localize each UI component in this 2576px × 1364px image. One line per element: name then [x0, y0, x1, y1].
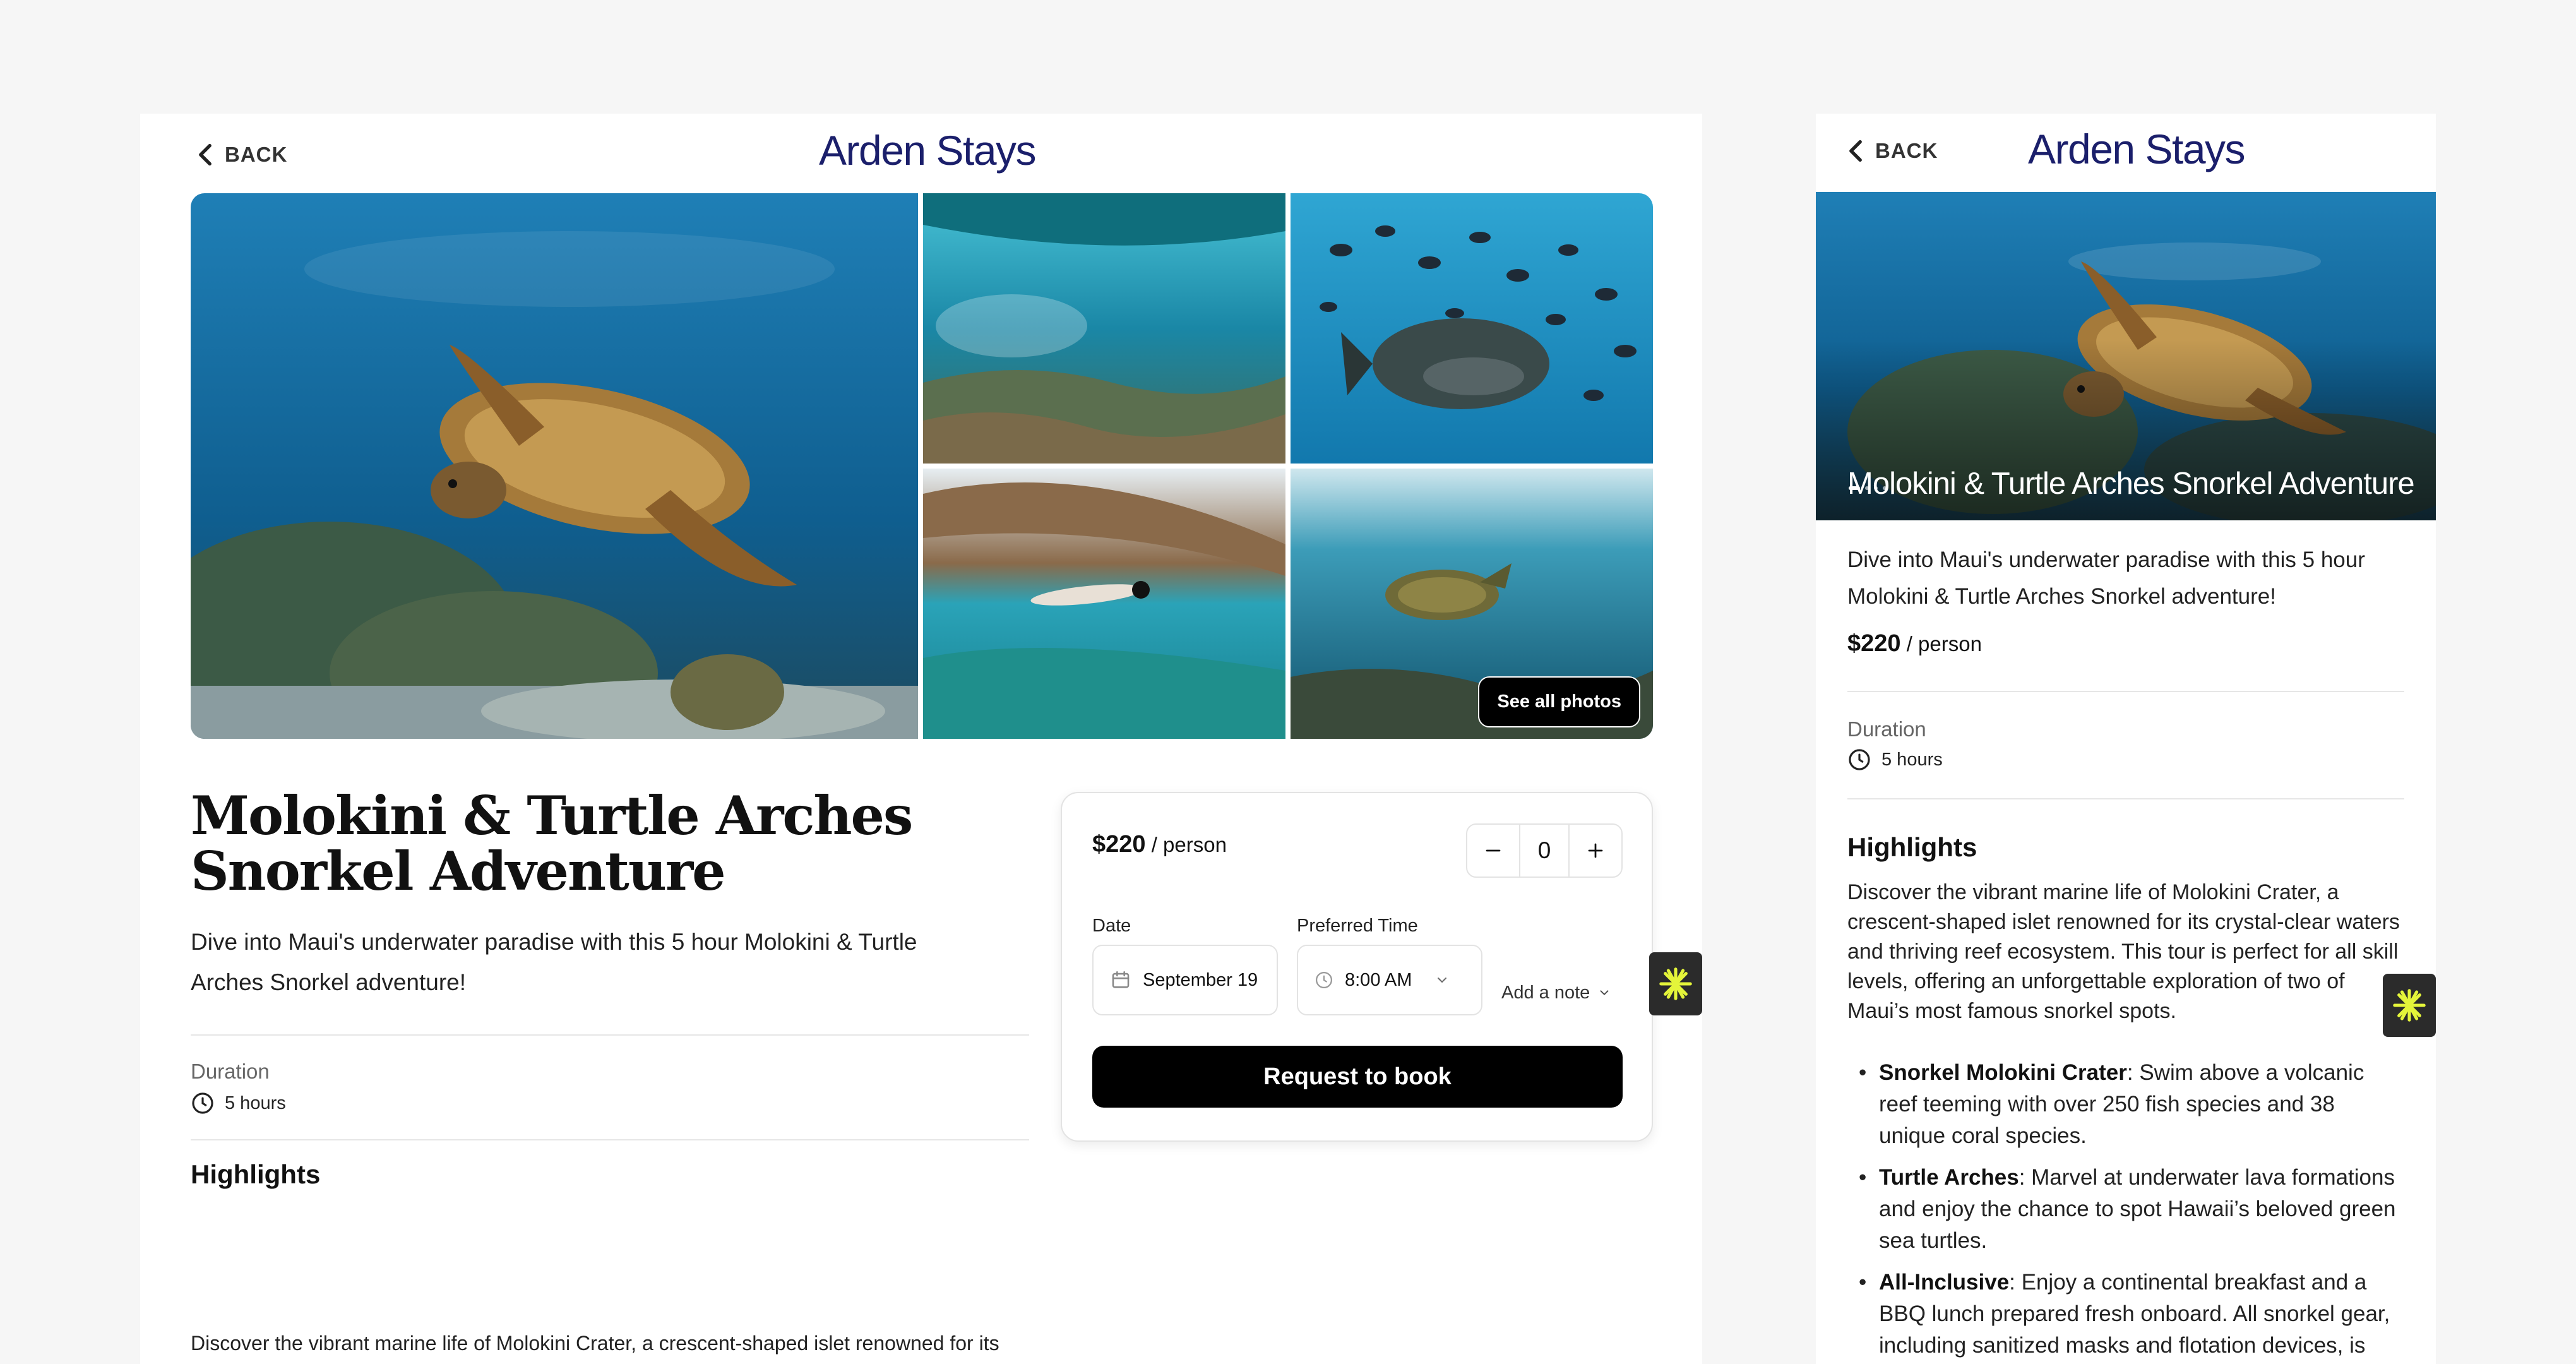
quantity-stepper: 0 — [1466, 823, 1623, 878]
date-value: September 19 — [1143, 969, 1258, 990]
price-amount: $220 — [1092, 831, 1146, 858]
quantity-value[interactable]: 0 — [1519, 825, 1570, 876]
list-item: Turtle Arches: Marvel at underwater lava… — [1847, 1162, 2403, 1257]
fish-school-photo — [1291, 193, 1653, 464]
gallery-photo-2[interactable] — [923, 193, 1285, 464]
duration-text: 5 hours — [225, 1092, 286, 1113]
hero-title: Molokini & Turtle Arches Snorkel Adventu… — [1847, 467, 2415, 501]
divider — [1847, 798, 2404, 799]
highlights-list: Snorkel Molokini Crater: Swim above a vo… — [1847, 1057, 2403, 1364]
price-unit: / person — [1145, 833, 1227, 856]
duration-text: 5 hours — [1881, 749, 1943, 770]
sparkle-icon — [2393, 989, 2426, 1022]
time-value: 8:00 AM — [1345, 969, 1412, 990]
date-label: Date — [1092, 916, 1131, 936]
list-item: Snorkel Molokini Crater: Swim above a vo… — [1847, 1057, 2403, 1152]
back-button[interactable]: BACK — [1847, 139, 1938, 163]
listing-subtitle: Dive into Maui's underwater paradise wit… — [191, 929, 917, 995]
add-note-label: Add a note — [1501, 982, 1590, 1003]
request-to-book-button[interactable]: Request to book — [1092, 1046, 1623, 1108]
price-amount: $220 — [1847, 630, 1901, 657]
sparkle-icon — [1659, 967, 1692, 1000]
time-label: Preferred Time — [1297, 916, 1418, 936]
calendar-icon — [1112, 971, 1130, 988]
clock-icon — [1316, 972, 1332, 988]
duration-value: 5 hours — [1847, 748, 1943, 772]
clock-icon — [192, 1092, 213, 1114]
booking-card: $220 / person 0 Date Preferred Time Sept… — [1061, 792, 1653, 1142]
list-item-title: Snorkel Molokini Crater — [1879, 1060, 2127, 1085]
highlights-description: Discover the vibrant marine life of Molo… — [1847, 880, 2400, 1023]
duration-label: Duration — [1847, 717, 1926, 741]
photo-gallery: See all photos — [191, 193, 1653, 739]
duration-label: Duration — [191, 1060, 270, 1083]
plus-icon — [1588, 843, 1603, 858]
price: $220 / person — [1092, 831, 1227, 858]
gallery-photo-3[interactable] — [1291, 193, 1653, 464]
divider — [191, 1139, 1029, 1140]
snorkeler-photo — [923, 469, 1285, 739]
reef-photo — [923, 193, 1285, 464]
list-item-title: Turtle Arches — [1879, 1165, 2019, 1190]
highlights-heading: Highlights — [1847, 832, 1977, 862]
listing-subtitle: Dive into Maui's underwater paradise wit… — [1847, 547, 2365, 609]
list-item-title: All-Inclusive — [1879, 1270, 2010, 1295]
chevron-down-icon — [1600, 990, 1609, 995]
desktop-view: BACK Arden Stays See all photos Molokini… — [140, 114, 1702, 1364]
turtle-photo — [191, 193, 918, 739]
divider — [191, 1034, 1029, 1036]
clock-icon — [1849, 749, 1870, 770]
duration-value: 5 hours — [191, 1091, 286, 1115]
highlights-heading: Highlights — [191, 1159, 321, 1189]
brand-logo[interactable]: Arden Stays — [819, 126, 1037, 174]
divider — [1847, 691, 2404, 692]
assistant-widget-button[interactable] — [1649, 952, 1702, 1015]
gallery-photo-4[interactable] — [923, 469, 1285, 739]
assistant-widget-button[interactable] — [2383, 974, 2436, 1037]
brand-logo[interactable]: Arden Stays — [2028, 125, 2246, 173]
price-unit: / person — [1900, 632, 1982, 655]
gallery-photo-5[interactable]: See all photos — [1291, 469, 1653, 739]
time-select[interactable]: 8:00 AM — [1297, 945, 1482, 1015]
increase-button[interactable] — [1570, 825, 1621, 876]
date-picker[interactable]: September 19 — [1092, 945, 1278, 1015]
chevron-left-icon — [199, 143, 212, 166]
chevron-down-icon — [1438, 978, 1447, 983]
gallery-photo-main[interactable] — [191, 193, 918, 739]
back-button[interactable]: BACK — [197, 143, 287, 167]
back-label: BACK — [1875, 139, 1938, 162]
mobile-view: BACK Arden Stays Molokini & Turtle Arche… — [1816, 114, 2436, 1364]
back-label: BACK — [225, 143, 288, 166]
chevron-left-icon — [1849, 140, 1862, 162]
decrease-button[interactable] — [1467, 825, 1519, 876]
highlights-description: Discover the vibrant marine life of Molo… — [191, 1332, 1024, 1364]
list-item: All-Inclusive: Enjoy a continental break… — [1847, 1267, 2403, 1361]
minus-icon — [1486, 849, 1501, 852]
price: $220 / person — [1847, 630, 1982, 657]
see-all-photos-button[interactable]: See all photos — [1478, 676, 1640, 727]
page-title: Molokini & Turtle Arches Snorkel Adventu… — [191, 784, 913, 902]
add-note-button[interactable]: Add a note — [1501, 957, 1611, 1028]
